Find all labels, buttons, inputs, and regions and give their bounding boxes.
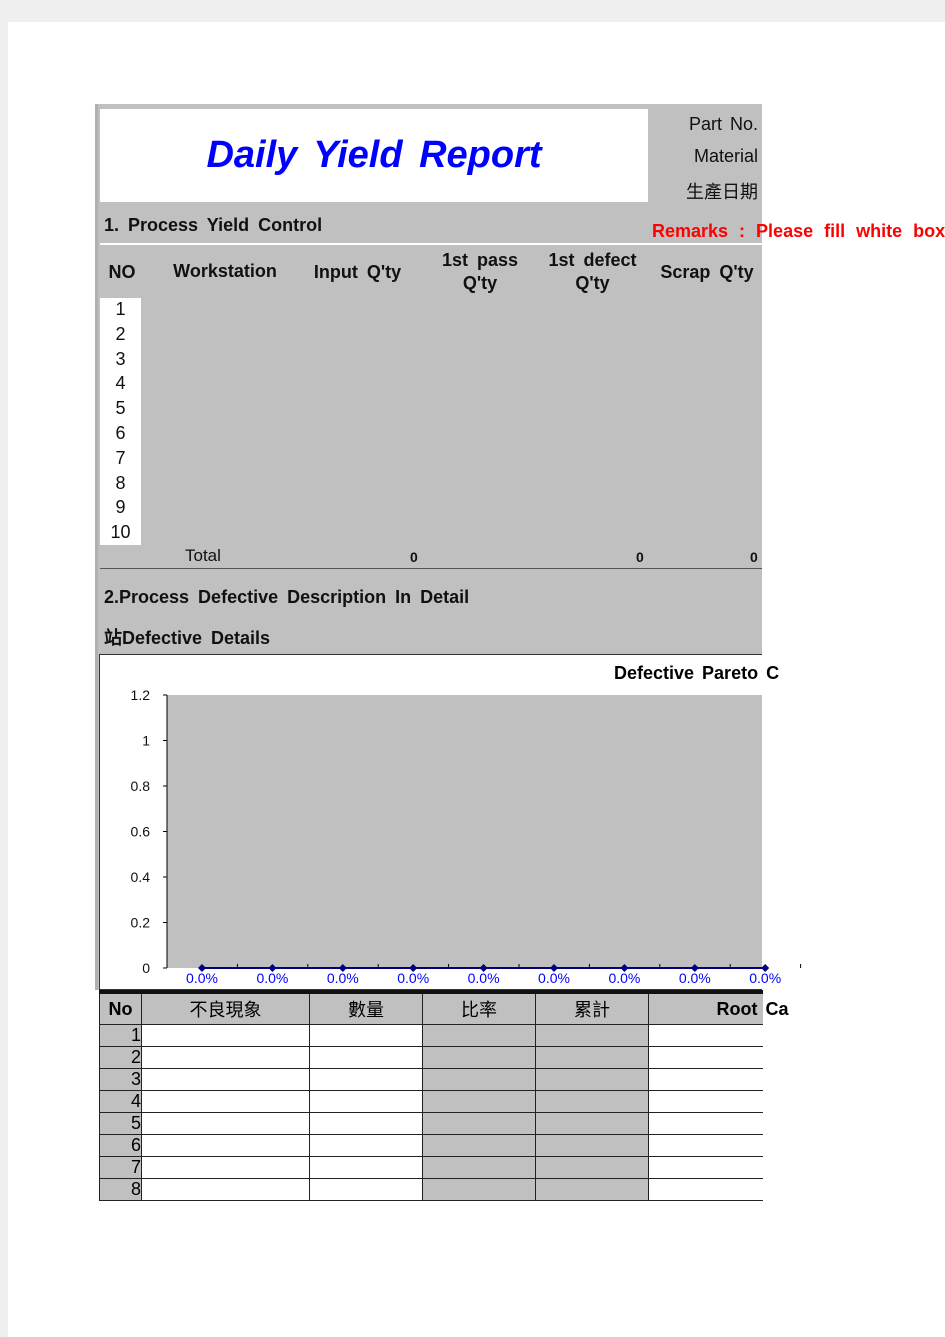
x-tick-label: 0.0% [749,970,781,986]
chart-svg: 0 0.2 0.4 0.6 0.8 1 1.2 0.0% 0.0% 0.0% 0.0% 0.0% 0.0… [131,687,802,986]
plot-area [167,695,762,968]
cumulative-cell [535,1024,649,1047]
ratio-cell [422,1134,536,1157]
row-no: 7 [99,1156,142,1179]
ratio-cell [422,1156,536,1179]
row-no: 8 [99,1178,142,1201]
defect-cell[interactable] [141,1134,310,1157]
defect-cell[interactable] [141,1178,310,1201]
quantity-cell[interactable] [309,1046,423,1069]
y-tick-label: 0.6 [131,824,151,840]
x-tick-label: 0.0% [186,970,218,986]
row-no: 4 [99,1090,142,1113]
quantity-cell[interactable] [309,1090,423,1113]
col-root-cause: Root Ca [648,990,789,1025]
row-no: 3 [99,1068,142,1091]
table-row: 8 [99,1178,763,1201]
quantity-cell[interactable] [309,1068,423,1091]
y-tick-label: 1.2 [131,687,151,703]
table-row: 6 [99,1134,763,1157]
col-defect-phenomenon: 不良現象 [141,990,310,1025]
table-row: 3 [99,1068,763,1091]
ratio-cell [422,1178,536,1201]
defect-cell[interactable] [141,1090,310,1113]
y-tick-label: 0.4 [131,869,151,885]
cumulative-cell [535,1178,649,1201]
cumulative-cell [535,1112,649,1135]
quantity-cell[interactable] [309,1178,423,1201]
cumulative-cell [535,1134,649,1157]
x-tick-label: 0.0% [327,970,359,986]
x-tick-label: 0.0% [538,970,570,986]
quantity-cell[interactable] [309,1112,423,1135]
quantity-cell[interactable] [309,1134,423,1157]
y-tick-label: 1 [142,733,150,749]
x-tick-label: 0.0% [608,970,640,986]
row-no: 5 [99,1112,142,1135]
table-row: 4 [99,1090,763,1113]
ratio-cell [422,1024,536,1047]
root-cause-cell[interactable] [648,1178,763,1201]
root-cause-cell[interactable] [648,1112,763,1135]
row-no: 2 [99,1046,142,1069]
defect-cell[interactable] [141,1068,310,1091]
col-no: No [99,990,142,1025]
col-cumulative: 累計 [535,990,649,1025]
ratio-cell [422,1090,536,1113]
col-quantity: 數量 [309,990,423,1025]
x-tick-label: 0.0% [256,970,288,986]
table-row: 5 [99,1112,763,1135]
cumulative-cell [535,1090,649,1113]
x-tick-label: 0.0% [468,970,500,986]
y-tick-label: 0 [142,960,150,976]
table-row: 7 [99,1156,763,1179]
table-row: 2 [99,1046,763,1069]
x-tick-label: 0.0% [679,970,711,986]
y-tick-label: 0.2 [131,915,151,931]
defect-cell[interactable] [141,1112,310,1135]
quantity-cell[interactable] [309,1156,423,1179]
cumulative-cell [535,1156,649,1179]
defect-cell[interactable] [141,1046,310,1069]
defect-table: No 不良現象 數量 比率 累計 Root Ca 12345678 [99,990,789,1201]
y-tick-label: 0.8 [131,778,151,794]
ratio-cell [422,1112,536,1135]
root-cause-cell[interactable] [648,1134,763,1157]
defect-cell[interactable] [141,1024,310,1047]
row-no: 6 [99,1134,142,1157]
row-no: 1 [99,1024,142,1047]
defect-cell[interactable] [141,1156,310,1179]
root-cause-cell[interactable] [648,1090,763,1113]
root-cause-cell[interactable] [648,1156,763,1179]
cumulative-cell [535,1068,649,1091]
ratio-cell [422,1068,536,1091]
cumulative-cell [535,1046,649,1069]
root-cause-cell[interactable] [648,1024,763,1047]
table-row: 1 [99,1024,763,1047]
col-ratio: 比率 [422,990,536,1025]
root-cause-cell[interactable] [648,1046,763,1069]
quantity-cell[interactable] [309,1024,423,1047]
x-tick-label: 0.0% [397,970,429,986]
root-cause-cell[interactable] [648,1068,763,1091]
ratio-cell [422,1046,536,1069]
